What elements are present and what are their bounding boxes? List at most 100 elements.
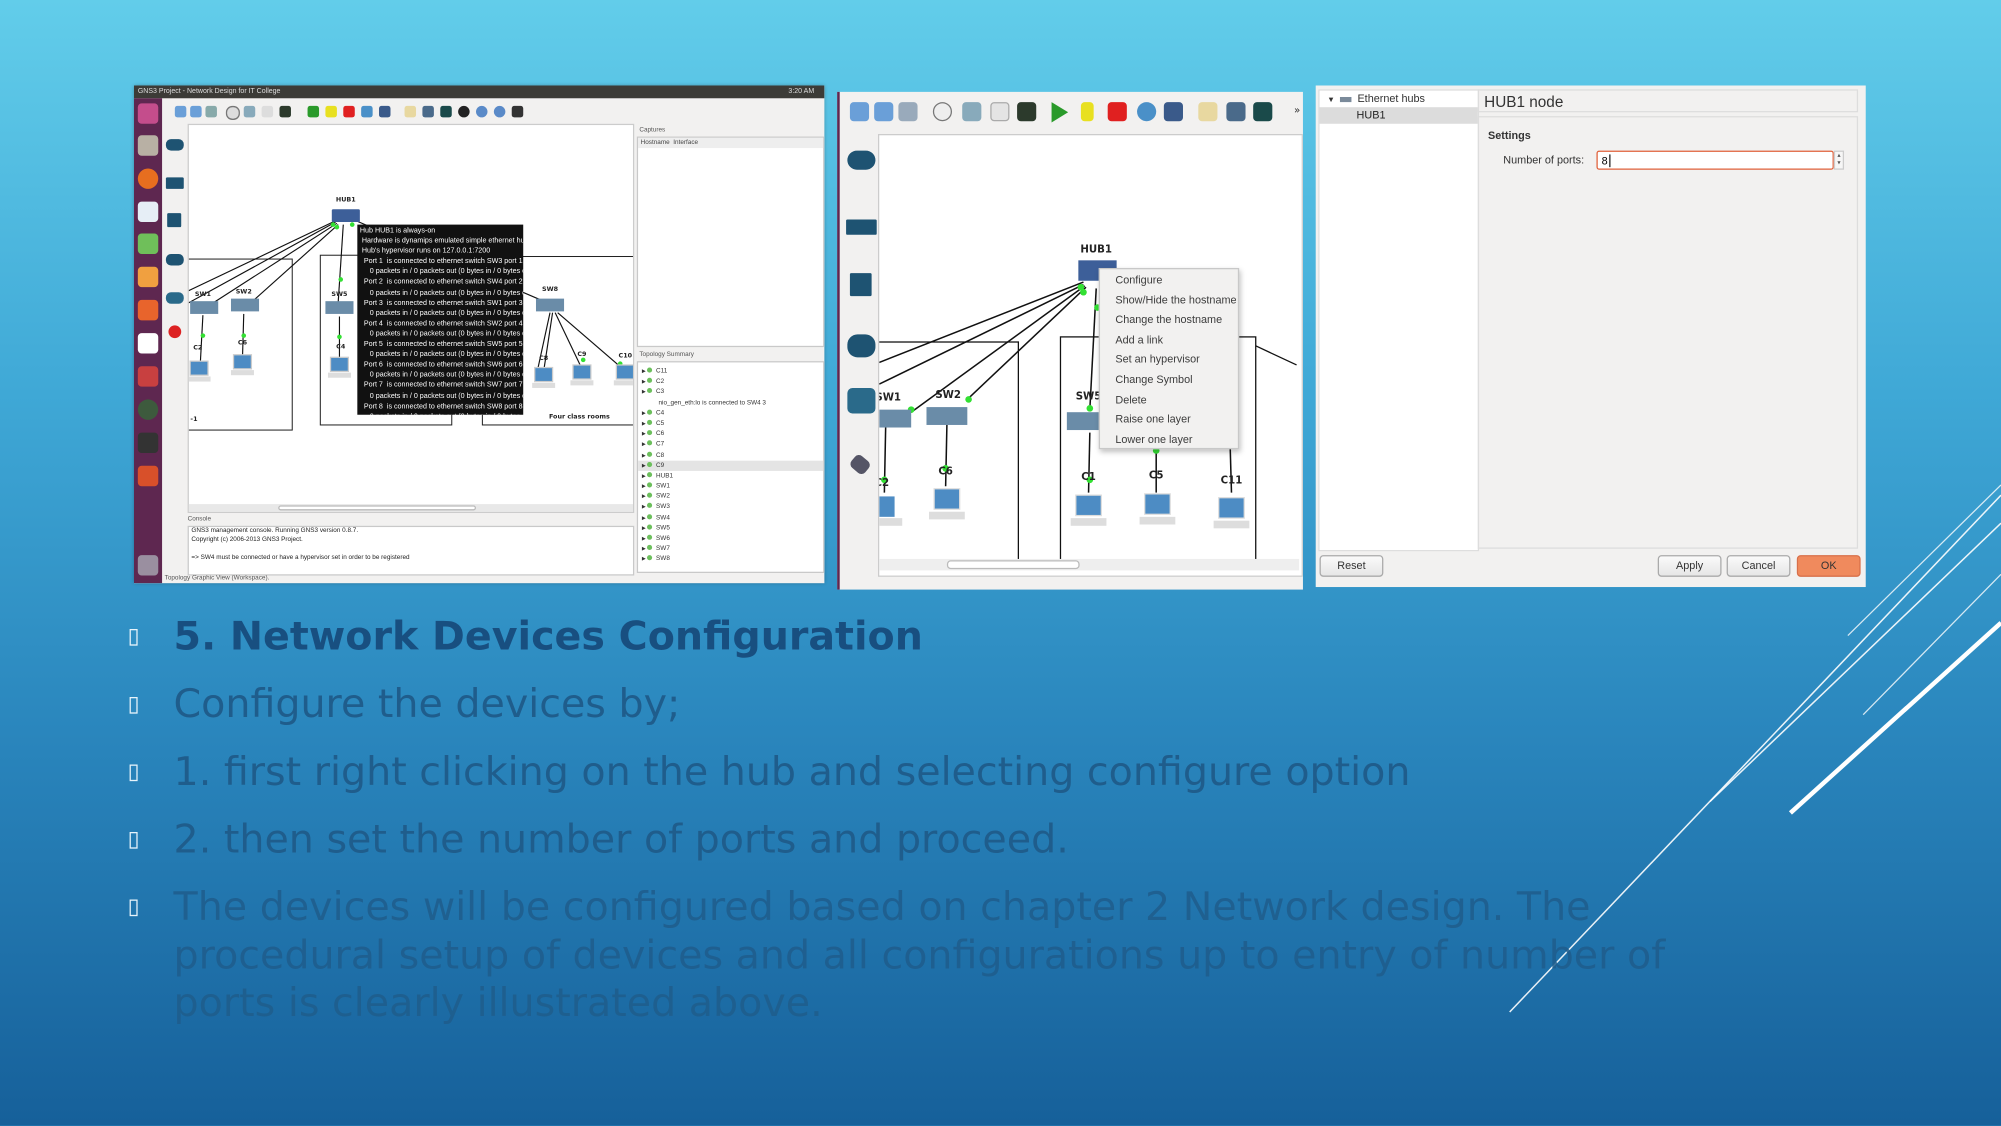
topology-item[interactable]: ▶ SW1 bbox=[638, 481, 823, 491]
new-icon[interactable] bbox=[174, 105, 187, 118]
horizontal-scrollbar[interactable] bbox=[879, 558, 1300, 571]
virtualbox-icon[interactable] bbox=[1163, 102, 1183, 122]
end-device-icon[interactable] bbox=[849, 273, 872, 297]
column-header[interactable]: Hostname bbox=[641, 139, 670, 147]
topology-item[interactable]: ▶ C11 bbox=[638, 366, 823, 376]
software-center-icon[interactable] bbox=[137, 299, 159, 321]
trash-icon[interactable] bbox=[137, 555, 159, 576]
topology-item[interactable]: ▶ SW6 bbox=[638, 533, 823, 543]
topology-item[interactable]: ▶ HUB1 bbox=[638, 471, 823, 481]
open-icon[interactable] bbox=[190, 105, 202, 118]
router-icon[interactable] bbox=[165, 139, 184, 151]
console-output[interactable]: GNS3 management console. Running GNS3 ve… bbox=[187, 525, 635, 576]
expand-arrow-icon[interactable]: ▶ bbox=[642, 524, 646, 530]
expand-arrow-icon[interactable]: ▶ bbox=[642, 482, 646, 488]
expand-arrow-icon[interactable]: ▶ bbox=[642, 420, 646, 426]
expand-arrow-icon[interactable]: ▶ bbox=[642, 388, 646, 394]
topology-item[interactable]: ▶ C9 bbox=[638, 460, 824, 471]
ports-spinner[interactable]: ▴ ▾ bbox=[1833, 150, 1845, 170]
ports-input[interactable]: 8 bbox=[1596, 150, 1834, 170]
expand-arrow-icon[interactable]: ▶ bbox=[642, 409, 646, 415]
start-icon[interactable] bbox=[1051, 102, 1069, 123]
firefox-icon[interactable] bbox=[137, 168, 159, 189]
expand-arrow-icon[interactable]: ▶ bbox=[642, 503, 646, 509]
clock-icon[interactable] bbox=[932, 102, 953, 122]
tree-group-ethernet-hubs[interactable]: ▼ Ethernet hubs bbox=[1320, 91, 1478, 108]
expand-arrow-icon[interactable]: ▶ bbox=[642, 556, 646, 562]
topology-canvas[interactable]: HUB1 SW1 SW2 SW5 C2 C6 C1 C5 C11 bbox=[868, 133, 1303, 577]
settings-icon[interactable] bbox=[137, 366, 159, 387]
ellipse-icon[interactable] bbox=[458, 105, 470, 118]
picture-icon[interactable] bbox=[422, 105, 434, 118]
topology-item[interactable]: ▶ C8 bbox=[638, 450, 823, 460]
topology-item[interactable]: ▶ C4 bbox=[638, 408, 823, 418]
topology-item[interactable]: ▶ C2 bbox=[638, 377, 823, 387]
console-icon[interactable] bbox=[1017, 102, 1037, 122]
rectangle-icon[interactable] bbox=[440, 105, 452, 118]
tree-item-hub1[interactable]: HUB1 bbox=[1319, 107, 1478, 124]
expand-arrow-icon[interactable]: ▶ bbox=[642, 545, 646, 551]
reset-button[interactable]: Reset bbox=[1319, 555, 1384, 577]
all-devices-icon[interactable] bbox=[165, 292, 184, 304]
picture-icon[interactable] bbox=[1226, 102, 1246, 122]
stop-icon[interactable] bbox=[343, 105, 355, 118]
note-icon[interactable] bbox=[404, 105, 417, 118]
horizontal-scrollbar[interactable] bbox=[188, 504, 633, 512]
topology-item[interactable]: ▶ C3 bbox=[638, 387, 823, 397]
virtualbox-icon[interactable] bbox=[379, 105, 391, 118]
expand-arrow-icon[interactable]: ▶ bbox=[642, 472, 646, 478]
link-icon[interactable] bbox=[243, 105, 256, 118]
new-icon[interactable] bbox=[849, 102, 870, 122]
gns3-icon[interactable] bbox=[137, 465, 159, 487]
reload-icon[interactable] bbox=[361, 105, 373, 118]
save-icon[interactable] bbox=[205, 105, 217, 118]
rectangle-icon[interactable] bbox=[1253, 102, 1273, 122]
expand-arrow-icon[interactable]: ▶ bbox=[642, 493, 646, 499]
topology-item[interactable]: ▶ C7 bbox=[638, 439, 823, 449]
expand-arrow-icon[interactable]: ▶ bbox=[642, 378, 646, 384]
toolbar-overflow-button[interactable]: » bbox=[1294, 105, 1300, 116]
expand-arrow-icon[interactable]: ▶ bbox=[642, 535, 646, 541]
topology-item[interactable]: ▶ C5 bbox=[638, 418, 823, 428]
start-icon[interactable] bbox=[307, 105, 320, 118]
column-header[interactable]: Interface bbox=[673, 139, 698, 147]
switch-icon[interactable] bbox=[165, 177, 184, 189]
switch-icon[interactable] bbox=[846, 219, 877, 235]
menu-item-configure[interactable]: Configure bbox=[1115, 273, 1162, 286]
expand-arrow-icon[interactable]: ▼ bbox=[1327, 97, 1335, 105]
menu-item-add-a-link[interactable]: Add a link bbox=[1115, 333, 1163, 346]
pause-icon[interactable] bbox=[1080, 102, 1094, 122]
security-device-icon[interactable] bbox=[847, 334, 876, 358]
note-icon[interactable] bbox=[1198, 102, 1218, 122]
apply-button[interactable]: Apply bbox=[1657, 555, 1722, 577]
topology-item[interactable]: ▶ SW5 bbox=[638, 523, 823, 533]
terminal-icon[interactable] bbox=[137, 432, 159, 454]
reload-icon[interactable] bbox=[1137, 102, 1157, 122]
topology-item[interactable]: nio_gen_eth:lo is connected to SW4 3 bbox=[638, 398, 823, 408]
menu-item-change-the-hostname[interactable]: Change the hostname bbox=[1115, 313, 1222, 326]
all-devices-icon[interactable] bbox=[847, 387, 876, 414]
open-icon[interactable] bbox=[874, 102, 894, 122]
end-device-icon[interactable] bbox=[167, 213, 182, 228]
screenshot-icon[interactable] bbox=[511, 105, 524, 118]
expand-arrow-icon[interactable]: ▶ bbox=[642, 368, 646, 374]
ok-button[interactable]: OK bbox=[1796, 555, 1861, 577]
expand-arrow-icon[interactable]: ▶ bbox=[642, 451, 646, 457]
expand-arrow-icon[interactable]: ▶ bbox=[642, 514, 646, 520]
calc-icon[interactable] bbox=[137, 233, 159, 254]
topology-item[interactable]: ▶ SW7 bbox=[638, 544, 823, 554]
menu-item-lower-one-layer[interactable]: Lower one layer bbox=[1115, 432, 1192, 445]
add-link-icon[interactable] bbox=[848, 452, 872, 477]
snapshot-icon[interactable] bbox=[990, 102, 1010, 122]
expand-arrow-icon[interactable]: ▶ bbox=[642, 441, 646, 447]
zoom-in-icon[interactable] bbox=[476, 105, 488, 118]
amazon-icon[interactable] bbox=[137, 333, 159, 354]
snapshot-icon[interactable] bbox=[261, 105, 274, 118]
pause-icon[interactable] bbox=[325, 105, 337, 118]
topology-item[interactable]: ▶ SW3 bbox=[638, 502, 823, 512]
router-icon[interactable] bbox=[847, 150, 876, 170]
impress-icon[interactable] bbox=[137, 266, 159, 288]
menu-item-change-symbol[interactable]: Change Symbol bbox=[1115, 373, 1192, 386]
menu-item-delete[interactable]: Delete bbox=[1115, 393, 1146, 406]
files-icon[interactable] bbox=[137, 135, 159, 156]
